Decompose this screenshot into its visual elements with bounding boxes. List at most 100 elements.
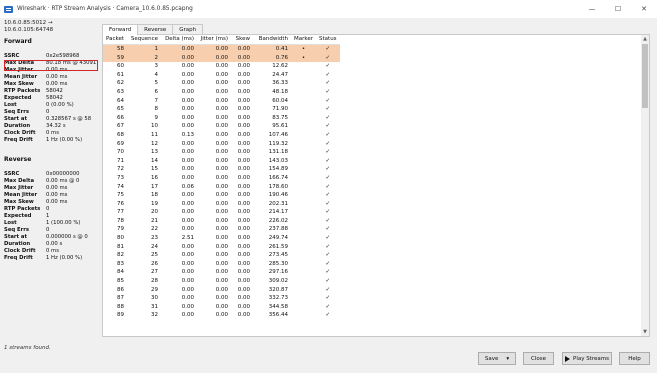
stat-row: Seq Errs 0 <box>4 227 100 234</box>
table-row[interactable]: 79 22 0.00 0.00 0.00 237.88 ✓ <box>103 225 340 234</box>
maximize-button[interactable]: ☐ <box>605 0 631 18</box>
table-row[interactable]: 80 23 2.51 0.00 0.00 249.74 ✓ <box>103 234 340 243</box>
delta-cell: 0.00 <box>181 243 194 250</box>
table-row[interactable]: 60 3 0.00 0.00 0.00 12.62 ✓ <box>103 62 340 71</box>
table-row[interactable]: 83 26 0.00 0.00 0.00 285.30 ✓ <box>103 260 340 269</box>
tab-forward[interactable]: Forward <box>102 24 139 35</box>
table-row[interactable]: 84 27 0.00 0.00 0.00 297.16 ✓ <box>103 268 340 277</box>
bandwidth-cell: 285.30 <box>268 260 288 267</box>
bandwidth-cell: 154.89 <box>268 166 288 173</box>
bandwidth-cell: 273.45 <box>268 252 288 259</box>
table-row[interactable]: 61 4 0.00 0.00 0.00 24.47 ✓ <box>103 71 340 80</box>
jitter-cell: 0.00 <box>215 295 228 302</box>
skew-cell: 0.00 <box>237 192 250 199</box>
packet-cell: 81 <box>117 243 124 250</box>
sequence-cell: 22 <box>151 226 158 233</box>
status-cell: ✓ <box>316 53 340 63</box>
table-row[interactable]: 77 20 0.00 0.00 0.00 214.17 ✓ <box>103 208 340 217</box>
table-row[interactable]: 87 30 0.00 0.00 0.00 332.73 ✓ <box>103 294 340 303</box>
bandwidth-cell: 24.47 <box>272 71 288 78</box>
skew-cell: 0.00 <box>237 286 250 293</box>
table-row[interactable]: 70 13 0.00 0.00 0.00 131.18 ✓ <box>103 148 340 157</box>
vertical-scrollbar[interactable]: ▲ ▼ <box>641 35 649 336</box>
table-row[interactable]: 67 10 0.00 0.00 0.00 95.61 ✓ <box>103 122 340 131</box>
packet-cell: 87 <box>117 295 124 302</box>
tab-graph[interactable]: Graph <box>172 24 204 34</box>
col-marker[interactable]: Marker <box>291 35 317 45</box>
table-row[interactable]: 71 14 0.00 0.00 0.00 143.03 ✓ <box>103 157 340 166</box>
help-button[interactable]: Help <box>619 352 650 365</box>
marker-cell <box>291 88 316 97</box>
table-row[interactable]: 88 31 0.00 0.00 0.00 344.58 ✓ <box>103 303 340 312</box>
sequence-cell: 14 <box>151 157 158 164</box>
minimize-button[interactable]: — <box>579 0 605 18</box>
table-row[interactable]: 74 17 0.06 0.00 0.00 178.60 ✓ <box>103 183 340 192</box>
sequence-cell: 10 <box>151 123 158 130</box>
bandwidth-cell: 71.90 <box>272 106 288 113</box>
col-sequence[interactable]: Sequence <box>127 35 161 45</box>
table-row[interactable]: 59 2 0.00 0.00 0.00 0.76 • ✓ <box>103 53 340 63</box>
table-row[interactable]: 64 7 0.00 0.00 0.00 60.04 ✓ <box>103 97 340 106</box>
tab-reverse[interactable]: Reverse <box>137 24 174 34</box>
skew-cell: 0.00 <box>237 80 250 87</box>
table-row[interactable]: 82 25 0.00 0.00 0.00 273.45 ✓ <box>103 251 340 260</box>
status-cell: ✓ <box>325 71 331 78</box>
col-status[interactable]: Status <box>316 35 340 45</box>
delta-cell: 0.00 <box>181 157 194 164</box>
scrollbar-thumb[interactable] <box>642 44 648 108</box>
table-row[interactable]: 76 19 0.00 0.00 0.00 202.31 ✓ <box>103 200 340 209</box>
packet-cell: 72 <box>117 166 124 173</box>
col-bandwidth[interactable]: Bandwidth <box>253 35 291 45</box>
play-streams-button[interactable]: Play Streams <box>562 352 612 365</box>
close-button[interactable]: Close <box>523 352 554 365</box>
stat-key: Max Skew <box>4 199 34 205</box>
stat-key: SSRC <box>4 171 20 177</box>
col-packet[interactable]: Packet <box>103 35 127 45</box>
table-row[interactable]: 68 11 0.13 0.00 0.00 107.46 ✓ <box>103 131 340 140</box>
table-header-row: Packet Sequence Delta (ms) Jitter (ms) S… <box>103 35 340 45</box>
skew-cell: 0.00 <box>237 97 250 104</box>
window-controls: — ☐ ✕ <box>579 0 657 18</box>
stat-value: 0 ms <box>46 130 59 136</box>
table-row[interactable]: 75 18 0.00 0.00 0.00 190.46 ✓ <box>103 191 340 200</box>
save-dropdown-arrow-icon[interactable]: ▾ <box>506 356 509 362</box>
table-row[interactable]: 66 9 0.00 0.00 0.00 83.75 ✓ <box>103 114 340 123</box>
table-row[interactable]: 62 5 0.00 0.00 0.00 36.33 ✓ <box>103 79 340 88</box>
delta-cell: 0.00 <box>181 166 194 173</box>
jitter-cell: 0.00 <box>215 200 228 207</box>
stat-row: Seq Errs 0 <box>4 109 100 116</box>
col-jitter[interactable]: Jitter (ms) <box>197 35 231 45</box>
table-row[interactable]: 85 28 0.00 0.00 0.00 309.02 ✓ <box>103 277 340 286</box>
table-row[interactable]: 81 24 0.00 0.00 0.00 261.59 ✓ <box>103 243 340 252</box>
table-row[interactable]: 69 12 0.00 0.00 0.00 119.32 ✓ <box>103 140 340 149</box>
close-window-button[interactable]: ✕ <box>631 0 657 18</box>
table-row[interactable]: 65 8 0.00 0.00 0.00 71.90 ✓ <box>103 105 340 114</box>
table-row[interactable]: 73 16 0.00 0.00 0.00 166.74 ✓ <box>103 174 340 183</box>
col-skew[interactable]: Skew <box>231 35 253 45</box>
scroll-down-arrow-icon[interactable]: ▼ <box>641 328 649 336</box>
skew-cell: 0.00 <box>237 252 250 259</box>
table-row[interactable]: 72 15 0.00 0.00 0.00 154.89 ✓ <box>103 165 340 174</box>
sequence-cell: 11 <box>151 131 158 138</box>
table-row[interactable]: 63 6 0.00 0.00 0.00 48.18 ✓ <box>103 88 340 97</box>
scroll-up-arrow-icon[interactable]: ▲ <box>641 35 649 43</box>
col-delta[interactable]: Delta (ms) <box>161 35 197 45</box>
table-row[interactable]: 58 1 0.00 0.00 0.00 0.41 • ✓ <box>103 44 340 54</box>
packet-cell: 58 <box>103 44 127 54</box>
bandwidth-cell: 12.62 <box>272 63 288 70</box>
delta-cell: 0.00 <box>181 295 194 302</box>
stat-row: RTP Packets 0 <box>4 206 100 213</box>
save-button[interactable]: Save ▾ <box>478 352 516 365</box>
table-row[interactable]: 89 32 0.00 0.00 0.00 356.44 ✓ <box>103 311 340 320</box>
delta-cell: 0.00 <box>181 217 194 224</box>
stat-row: Max Skew 0.00 ms <box>4 199 100 206</box>
table-row[interactable]: 86 29 0.00 0.00 0.00 320.87 ✓ <box>103 286 340 295</box>
packet-table: Packet Sequence Delta (ms) Jitter (ms) S… <box>103 35 340 320</box>
bandwidth-cell: 297.16 <box>268 269 288 276</box>
table-row[interactable]: 78 21 0.00 0.00 0.00 226.02 ✓ <box>103 217 340 226</box>
skew-cell: 0.00 <box>237 183 250 190</box>
status-cell: ✓ <box>325 235 331 242</box>
streams-found-status: 1 streams found. <box>4 345 51 351</box>
save-button-label: Save <box>484 355 499 362</box>
jitter-cell: 0.00 <box>215 209 228 216</box>
